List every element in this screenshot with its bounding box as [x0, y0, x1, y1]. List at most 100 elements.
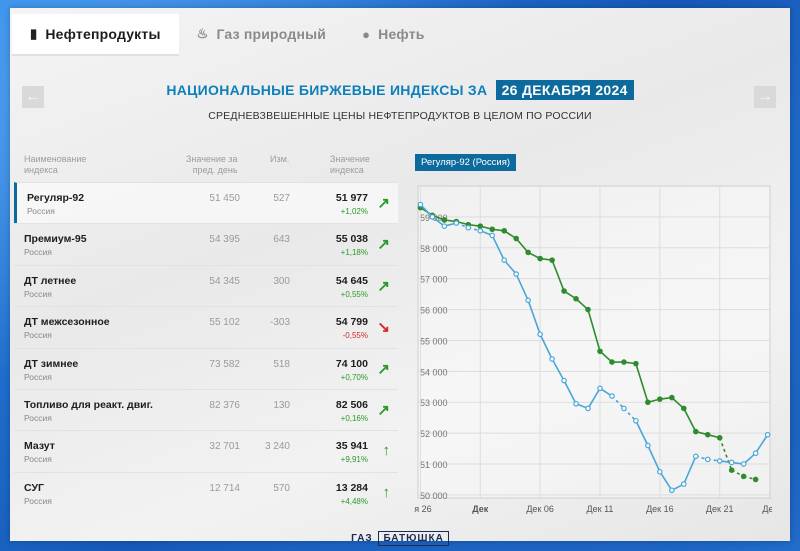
- x-tick-label: Дек 06: [526, 504, 554, 514]
- row-index-value: 54 645: [335, 274, 368, 287]
- series-blue-point: [657, 468, 663, 475]
- row-percent: +0,55%: [340, 289, 368, 299]
- table-row[interactable]: Регуляр-92 Россия 51 450 527 51 977 +1,02% ↗: [14, 182, 398, 224]
- table-row[interactable]: Премиум-95 Россия 54 395 643 55 038 +1,18% ↗: [14, 223, 398, 264]
- series-green-point: [585, 306, 591, 313]
- table-header: Наименование индекса Значение за пред. ден…: [14, 148, 398, 182]
- row-region: Россия: [24, 495, 52, 506]
- series-green-point: [525, 249, 531, 256]
- series-blue-point: [704, 456, 711, 463]
- series-blue-point: [441, 223, 448, 229]
- series-green-point: [657, 396, 663, 402]
- plot-area: [417, 185, 771, 499]
- tab-bar: ▮ Нефтепродукты ♨ Газ природный ● Нефть: [12, 14, 443, 56]
- x-tick-label: Дек 21: [706, 504, 734, 514]
- trend-up-icon: ↗: [377, 401, 390, 419]
- series-green-point: [645, 399, 651, 406]
- row-index-value: 82 506: [335, 398, 368, 411]
- series-blue-point: [669, 487, 675, 494]
- series-blue-point: [537, 331, 543, 338]
- series-blue-point: [692, 453, 699, 460]
- row-change: 3 240: [264, 441, 290, 453]
- series-blue-point: [513, 271, 519, 277]
- y-tick-label: 57 000: [420, 275, 448, 285]
- row-name: Мазут: [24, 440, 55, 453]
- row-prev-value: 12 714: [209, 482, 240, 494]
- tab-oil-products[interactable]: ▮ Нефтепродукты: [12, 14, 179, 56]
- trend-down-icon: ↘: [377, 319, 390, 337]
- y-tick-label: 58 000: [420, 244, 448, 254]
- series-blue-point: [561, 377, 567, 384]
- row-name: Регуляр-92: [27, 192, 85, 204]
- tab-crude-oil[interactable]: ● Нефть: [344, 14, 443, 54]
- series-blue-point: [597, 385, 603, 392]
- tab-label: Газ природный: [216, 26, 327, 42]
- page-subtitle: СРЕДНЕВЗВЕШЕННЫЕ ЦЕНЫ НЕФТЕПРОДУКТОВ В Ц…: [208, 110, 592, 122]
- series-blue-point: [549, 356, 555, 362]
- series-blue-point: [417, 201, 424, 208]
- price-line-chart: 59 00058 00057 00056 00055 00054 00053 0…: [414, 185, 772, 514]
- series-green-point: [680, 405, 687, 412]
- x-tick-label: оя 26: [414, 504, 432, 514]
- row-change: -303: [269, 317, 290, 329]
- trend-up-icon: ↗: [377, 236, 390, 254]
- series-green-point: [740, 473, 747, 480]
- table-row[interactable]: Мазут Россия 32 701 3 240 35 941 +9,91% ↑: [14, 430, 398, 471]
- trend-up-icon: ↗: [377, 360, 390, 378]
- series-green-point: [537, 255, 543, 262]
- flame-icon: ♨: [196, 26, 209, 41]
- series-green-point: [513, 235, 519, 242]
- logo-left-text: ГАЗ: [351, 533, 373, 544]
- series-blue-point: [680, 481, 687, 487]
- table-body: Регуляр-92 Россия 51 450 527 51 977 +1,02% ↗ Пр…: [14, 182, 398, 513]
- row-region: Россия: [24, 330, 52, 341]
- series-blue-point: [525, 297, 531, 304]
- page-title: НАЦИОНАЛЬНЫЕ БИРЖЕВЫЕ ИНДЕКСЫ ЗА 26 ДЕКА…: [166, 80, 634, 100]
- trend-up-icon: ↗: [377, 195, 390, 212]
- index-table: Наименование индекса Значение за пред. ден…: [14, 148, 398, 513]
- trend-up-icon: ↗: [377, 277, 390, 295]
- series-blue-point: [477, 227, 484, 234]
- date-badge[interactable]: 26 ДЕКАБРЯ 2024: [495, 80, 634, 100]
- series-green-point: [561, 288, 567, 294]
- tab-natural-gas[interactable]: ♨ Газ природный: [179, 14, 344, 54]
- table-row[interactable]: ДТ зимнее Россия 73 582 518 74 100 +0,70% ↗: [14, 347, 398, 389]
- series-blue-point: [764, 431, 771, 438]
- series-green-point: [609, 359, 615, 365]
- row-index-value: 13 284: [335, 481, 368, 494]
- row-region: Россия: [24, 454, 52, 465]
- series-green-point: [692, 428, 699, 435]
- row-name: ДТ летнее: [24, 274, 77, 287]
- series-green-point: [573, 295, 579, 302]
- series-green-point: [477, 223, 484, 229]
- row-prev-value: 82 376: [209, 399, 240, 411]
- row-name: ДТ зимнее: [24, 357, 79, 370]
- x-tick-label: Дек 2: [762, 504, 772, 514]
- row-percent: -0,55%: [342, 331, 368, 341]
- row-percent: +0,16%: [340, 413, 368, 423]
- header-name: Наименование индекса: [24, 154, 87, 175]
- series-blue-point: [633, 417, 639, 424]
- drop-icon: ●: [362, 26, 371, 42]
- tab-label: Нефть: [378, 26, 425, 42]
- series-green-point: [489, 226, 496, 233]
- series-green-point: [549, 257, 555, 263]
- row-index-value: 74 100: [335, 357, 368, 370]
- table-row[interactable]: ДТ летнее Россия 54 345 300 54 645 +0,55% ↗: [14, 264, 398, 306]
- row-region: Россия: [24, 371, 52, 382]
- table-row[interactable]: ДТ межсезонное Россия 55 102 -303 54 799 -0,5…: [14, 306, 398, 347]
- row-region: Россия: [27, 206, 55, 216]
- row-change: 300: [273, 275, 290, 287]
- series-green-point: [669, 394, 675, 401]
- table-row[interactable]: Топливо для реакт. двиг. Россия 82 376 130 8…: [14, 388, 398, 430]
- row-prev-value: 55 102: [209, 317, 240, 329]
- row-name: СУГ: [24, 481, 44, 494]
- series-green-point: [752, 476, 759, 483]
- y-tick-label: 51 000: [420, 460, 448, 470]
- row-percent: +4,48%: [340, 496, 368, 506]
- row-index-value: 55 038: [335, 233, 368, 246]
- row-region: Россия: [24, 412, 52, 423]
- row-change: 130: [273, 399, 290, 411]
- table-row[interactable]: СУГ Россия 12 714 570 13 284 +4,48% ↑: [14, 471, 398, 513]
- row-region: Россия: [24, 288, 52, 299]
